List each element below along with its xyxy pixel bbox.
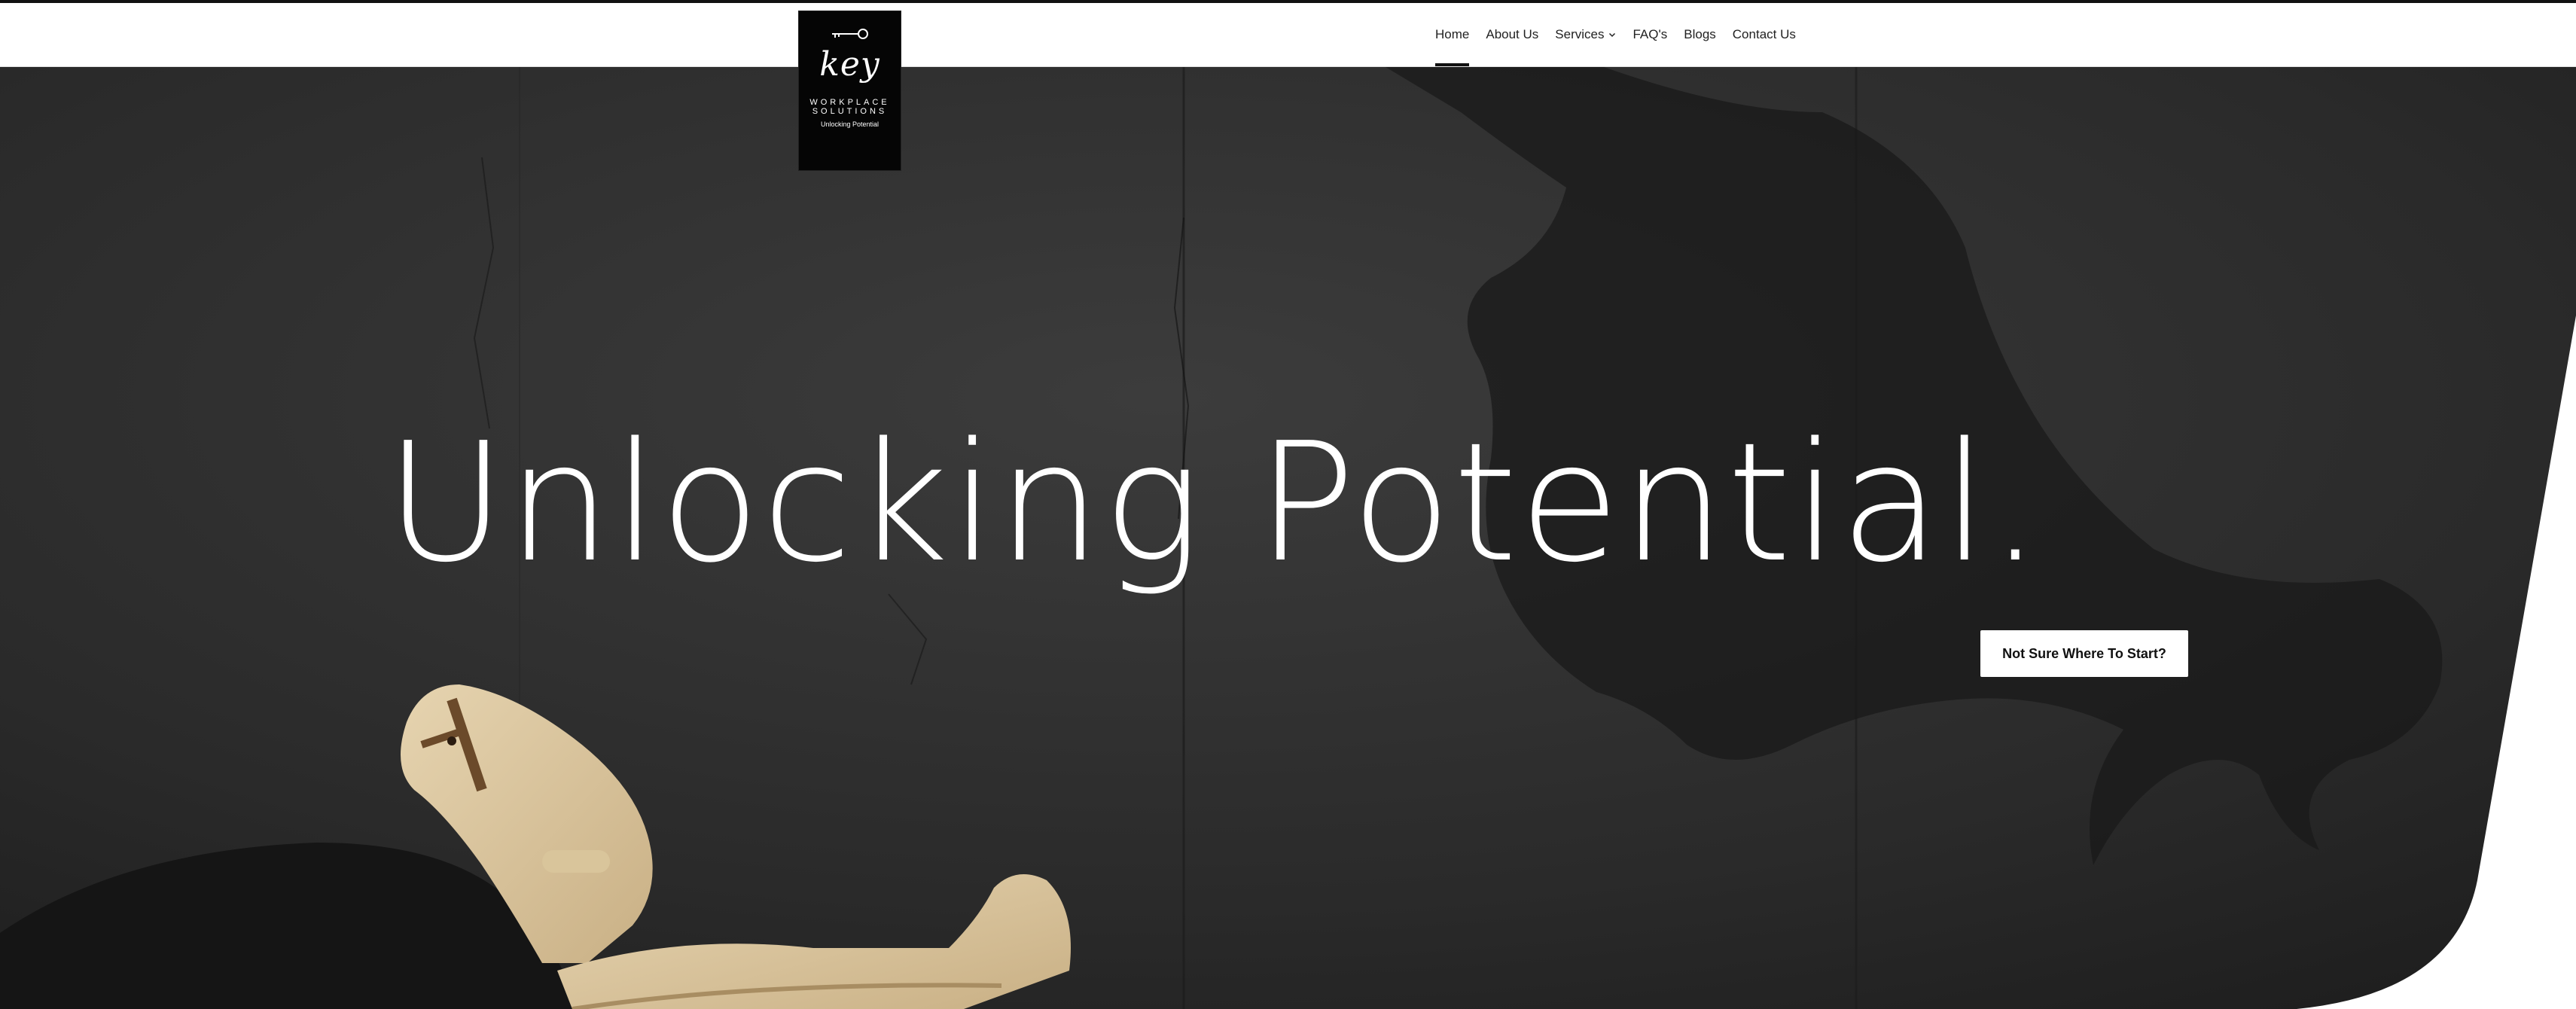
nav-item-label: About Us [1486, 27, 1539, 41]
logo-line-solutions: SOLUTIONS [812, 107, 888, 116]
nav-item-faqs[interactable]: FAQ's [1632, 3, 1667, 66]
nav-item-contact-us[interactable]: Contact Us [1733, 3, 1796, 66]
cta-label: Not Sure Where To Start? [2002, 645, 2166, 661]
site-header: Home About Us Services FAQ's Blogs Conta… [0, 3, 2576, 67]
site-logo[interactable]: key WORKPLACE SOLUTIONS Unlocking Potent… [798, 11, 901, 171]
nav-item-about-us[interactable]: About Us [1486, 3, 1538, 66]
page: Home About Us Services FAQ's Blogs Conta… [0, 0, 2576, 1009]
nav-item-blogs[interactable]: Blogs [1684, 3, 1716, 66]
logo-line-workplace: WORKPLACE [809, 98, 890, 107]
hero-title: Unlocking Potential. [386, 408, 2043, 599]
nav-item-label: FAQ's [1632, 27, 1668, 41]
logo-tagline: Unlocking Potential [820, 120, 879, 128]
logo-wordmark: key [819, 45, 880, 84]
nav-item-label: Services [1555, 27, 1605, 41]
hero-section: Unlocking Potential. Not Sure Where To S… [0, 67, 2576, 1009]
nav-item-label: Blogs [1684, 27, 1716, 41]
chevron-down-icon [1608, 31, 1616, 38]
nav-item-label: Home [1435, 27, 1470, 41]
nav-item-label: Contact Us [1732, 27, 1796, 41]
not-sure-where-to-start-button[interactable]: Not Sure Where To Start? [1980, 630, 2188, 677]
main-nav: Home About Us Services FAQ's Blogs Conta… [1435, 3, 1796, 66]
key-icon [828, 26, 873, 45]
nav-item-services[interactable]: Services [1555, 3, 1616, 66]
nav-item-home[interactable]: Home [1435, 3, 1470, 66]
